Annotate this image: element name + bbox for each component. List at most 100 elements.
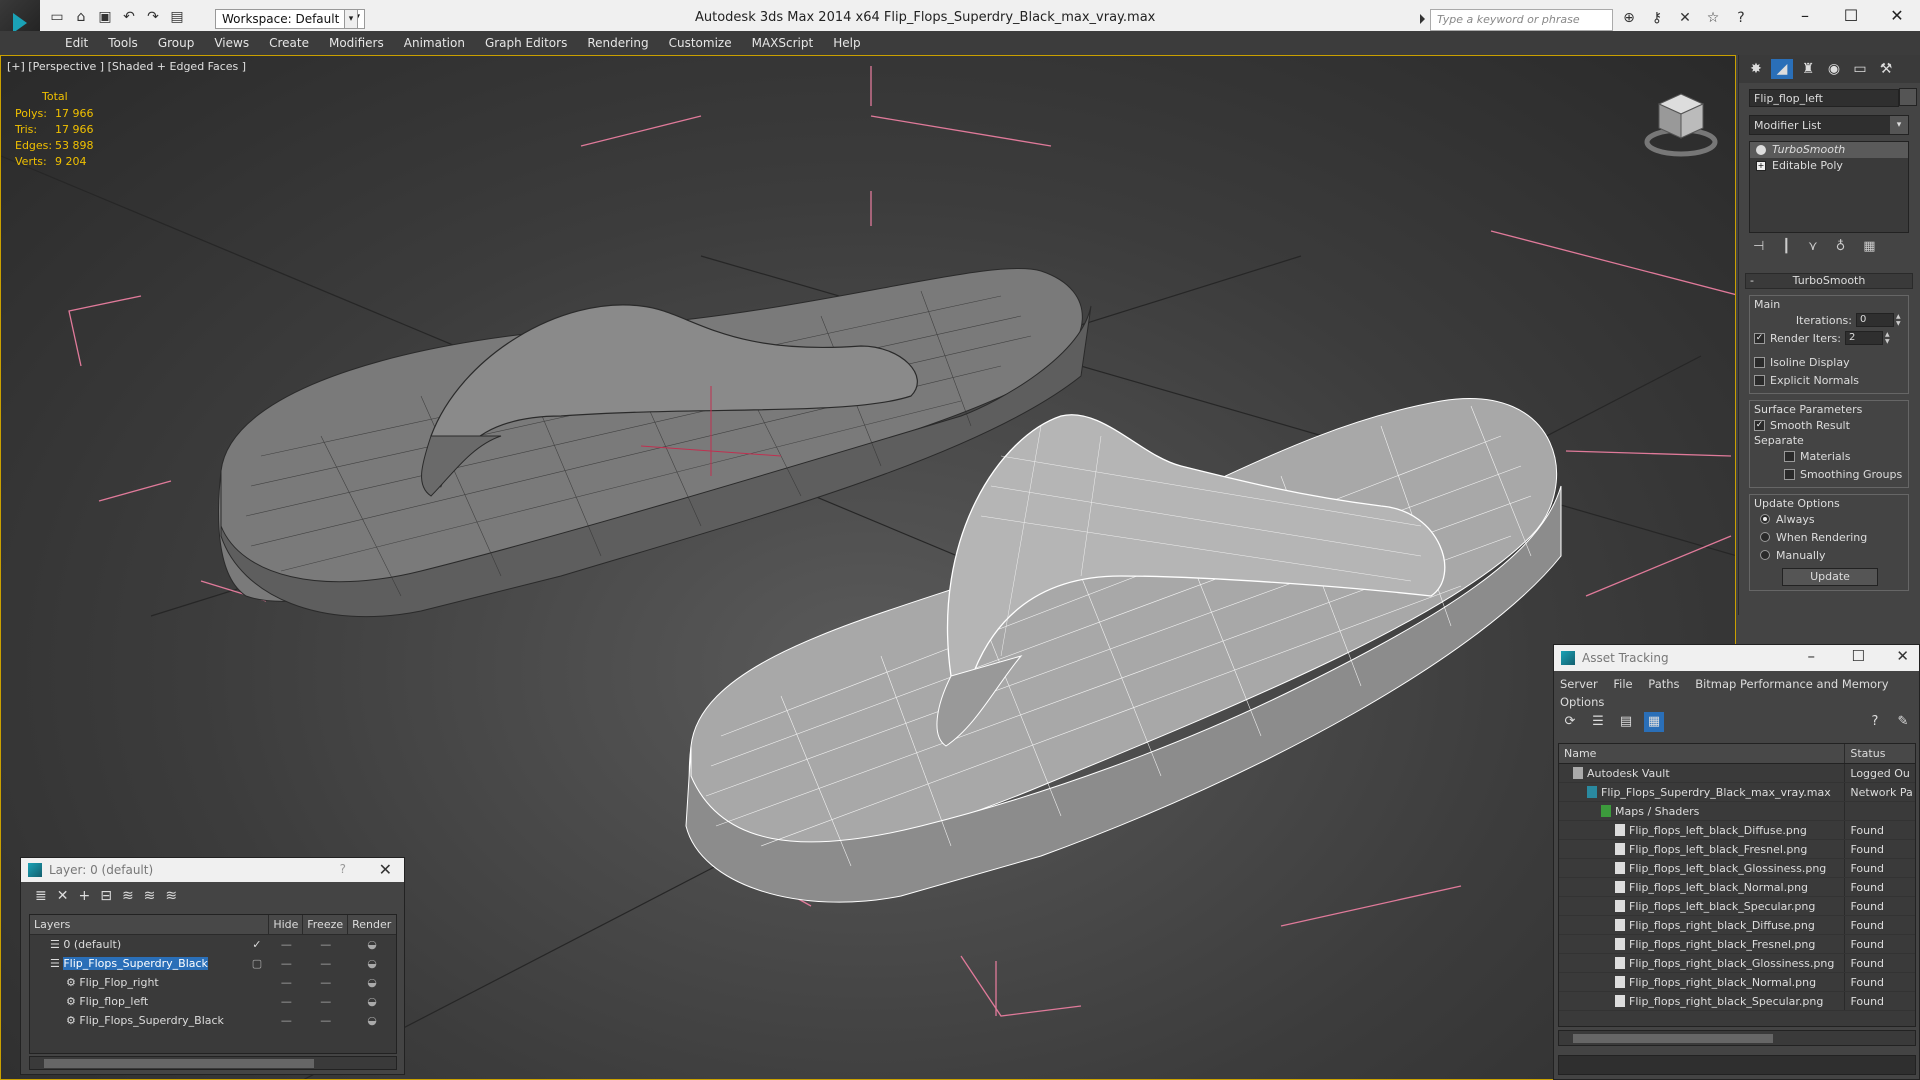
- freeze-toggle[interactable]: —: [303, 973, 348, 992]
- hide-toggle[interactable]: —: [269, 954, 303, 973]
- asset-tracking-title-bar[interactable]: Asset Tracking – ☐ ✕: [1554, 645, 1919, 671]
- materials-checkbox[interactable]: [1784, 450, 1795, 462]
- freeze-toggle[interactable]: —: [303, 935, 348, 954]
- asset-row[interactable]: Flip_flops_right_black_Fresnel.png Found: [1559, 935, 1915, 954]
- render-toggle-icon[interactable]: ◒: [348, 973, 396, 992]
- motion-tab-icon[interactable]: ◉: [1823, 59, 1845, 79]
- help-icon[interactable]: ?: [340, 862, 346, 876]
- new-layer-icon[interactable]: ≣: [35, 888, 47, 912]
- settings-icon[interactable]: ✎: [1893, 712, 1913, 732]
- render-toggle-icon[interactable]: ◒: [348, 992, 396, 1011]
- menu-tools[interactable]: Tools: [98, 31, 148, 55]
- menu-customize[interactable]: Customize: [659, 31, 742, 55]
- viewcube-icon[interactable]: [1641, 86, 1721, 166]
- close-icon[interactable]: ✕: [1874, 0, 1920, 32]
- select-objects-icon[interactable]: ⊟: [100, 888, 112, 912]
- layer-row[interactable]: ☰ Flip_Flops_Superdry_Black ▢ — — ◒: [30, 954, 396, 973]
- asset-row[interactable]: Flip_flops_left_black_Glossiness.png Foun…: [1559, 859, 1915, 878]
- asset-row[interactable]: Autodesk Vault Logged Ou: [1559, 764, 1915, 783]
- render-toggle-icon[interactable]: ◒: [348, 954, 396, 973]
- render-iters-spinner[interactable]: 2: [1844, 331, 1883, 345]
- viewport-label[interactable]: [+] [Perspective ] [Shaded + Edged Faces…: [7, 60, 246, 73]
- asset-row[interactable]: Flip_flops_left_black_Specular.png Found: [1559, 897, 1915, 916]
- menu-file[interactable]: File: [1613, 677, 1632, 691]
- hide-toggle[interactable]: —: [269, 973, 303, 992]
- hide-toggle[interactable]: —: [269, 1011, 303, 1030]
- rollout-turbosmooth[interactable]: - TurboSmooth: [1745, 273, 1913, 289]
- open-file-icon[interactable]: ⌂: [72, 8, 90, 26]
- delete-layer-icon[interactable]: ✕: [57, 888, 69, 912]
- menu-animation[interactable]: Animation: [394, 31, 475, 55]
- search-expand-icon[interactable]: [1420, 14, 1425, 24]
- hide-all-icon[interactable]: ≋: [165, 888, 177, 912]
- freeze-toggle[interactable]: —: [303, 992, 348, 1011]
- close-icon[interactable]: ✕: [1896, 647, 1909, 665]
- pin-stack-icon[interactable]: ⊣: [1753, 239, 1764, 259]
- add-to-layer-icon[interactable]: +: [78, 888, 90, 912]
- thumbnail-view-icon[interactable]: ▤: [1616, 712, 1636, 732]
- column-status[interactable]: Status: [1845, 744, 1915, 763]
- menu-maxscript[interactable]: MAXScript: [742, 31, 824, 55]
- project-folder-icon[interactable]: ▤: [168, 8, 186, 26]
- layer-dialog-title-bar[interactable]: Layer: 0 (default) ? ✕: [21, 858, 404, 882]
- menu-help[interactable]: Help: [823, 31, 870, 55]
- binoculars-icon[interactable]: ⊕: [1620, 9, 1638, 27]
- spinner-arrows-icon[interactable]: ▲ ▼: [1885, 331, 1893, 345]
- update-button[interactable]: Update: [1782, 568, 1878, 586]
- search-input[interactable]: Type a keyword or phrase: [1430, 9, 1613, 31]
- create-tab-icon[interactable]: ✸: [1745, 59, 1767, 79]
- menu-server[interactable]: Server: [1560, 677, 1598, 691]
- undo-icon[interactable]: ↶: [120, 8, 138, 26]
- remove-modifier-icon[interactable]: ♁: [1836, 239, 1846, 259]
- column-name[interactable]: Name: [1559, 744, 1846, 763]
- layer-row[interactable]: ⚙ Flip_flop_left — — ◒: [30, 992, 396, 1011]
- menu-modifiers[interactable]: Modifiers: [319, 31, 394, 55]
- save-icon[interactable]: ▣: [96, 8, 114, 26]
- menu-graph-editors[interactable]: Graph Editors: [475, 31, 577, 55]
- set-current-layer-icon[interactable]: ≋: [144, 888, 156, 912]
- select-layer-icon[interactable]: ≋: [122, 888, 134, 912]
- stack-item-editable-poly[interactable]: + Editable Poly: [1750, 158, 1908, 174]
- display-tab-icon[interactable]: ▭: [1849, 59, 1871, 79]
- menu-views[interactable]: Views: [204, 31, 259, 55]
- help-icon[interactable]: ?: [1732, 9, 1750, 27]
- menu-group[interactable]: Group: [148, 31, 205, 55]
- manually-radio[interactable]: [1760, 550, 1770, 560]
- configure-modifier-sets-icon[interactable]: ▦: [1863, 239, 1875, 259]
- list-view-icon[interactable]: ☰: [1588, 712, 1608, 732]
- hierarchy-tab-icon[interactable]: ♜: [1797, 59, 1819, 79]
- utilities-tab-icon[interactable]: ⚒: [1875, 59, 1897, 79]
- maximize-icon[interactable]: ☐: [1828, 0, 1874, 32]
- render-toggle-icon[interactable]: ◒: [348, 1011, 396, 1030]
- spinner-arrows-icon[interactable]: ▲ ▼: [1896, 313, 1904, 327]
- object-name-field[interactable]: Flip_flop_left: [1749, 89, 1899, 107]
- lightbulb-icon[interactable]: [1756, 145, 1766, 155]
- asset-row[interactable]: Flip_flops_left_black_Fresnel.png Found: [1559, 840, 1915, 859]
- freeze-toggle[interactable]: —: [303, 954, 348, 973]
- tools-icon[interactable]: ✕: [1676, 9, 1694, 27]
- column-render[interactable]: Render: [348, 915, 396, 934]
- smoothing-groups-checkbox[interactable]: [1784, 468, 1795, 480]
- workspace-dropdown[interactable]: Workspace: Default ▾: [215, 9, 365, 29]
- table-view-icon[interactable]: ▦: [1644, 712, 1664, 732]
- when-rendering-radio[interactable]: [1760, 532, 1770, 542]
- current-layer-check[interactable]: ▢: [244, 954, 269, 973]
- expand-plus-icon[interactable]: +: [1756, 161, 1766, 171]
- isoline-checkbox[interactable]: [1754, 356, 1765, 368]
- redo-icon[interactable]: ↷: [144, 8, 162, 26]
- close-icon[interactable]: ✕: [379, 860, 392, 879]
- current-layer-check[interactable]: ✓: [244, 935, 269, 954]
- workspace-menu-button[interactable]: ▾: [344, 9, 358, 29]
- show-end-result-icon[interactable]: ┃: [1782, 239, 1790, 259]
- menu-rendering[interactable]: Rendering: [577, 31, 658, 55]
- menu-options[interactable]: Options: [1560, 695, 1604, 709]
- object-color-swatch[interactable]: [1899, 88, 1917, 106]
- render-toggle-icon[interactable]: ◒: [348, 935, 396, 954]
- minimize-icon[interactable]: –: [1808, 647, 1816, 665]
- star-icon[interactable]: ☆: [1704, 9, 1722, 27]
- render-iters-checkbox[interactable]: ✓: [1754, 332, 1765, 344]
- always-radio[interactable]: [1760, 514, 1770, 524]
- menu-create[interactable]: Create: [259, 31, 319, 55]
- make-unique-icon[interactable]: ⋎: [1808, 239, 1818, 259]
- scrollbar-thumb[interactable]: [44, 1059, 314, 1068]
